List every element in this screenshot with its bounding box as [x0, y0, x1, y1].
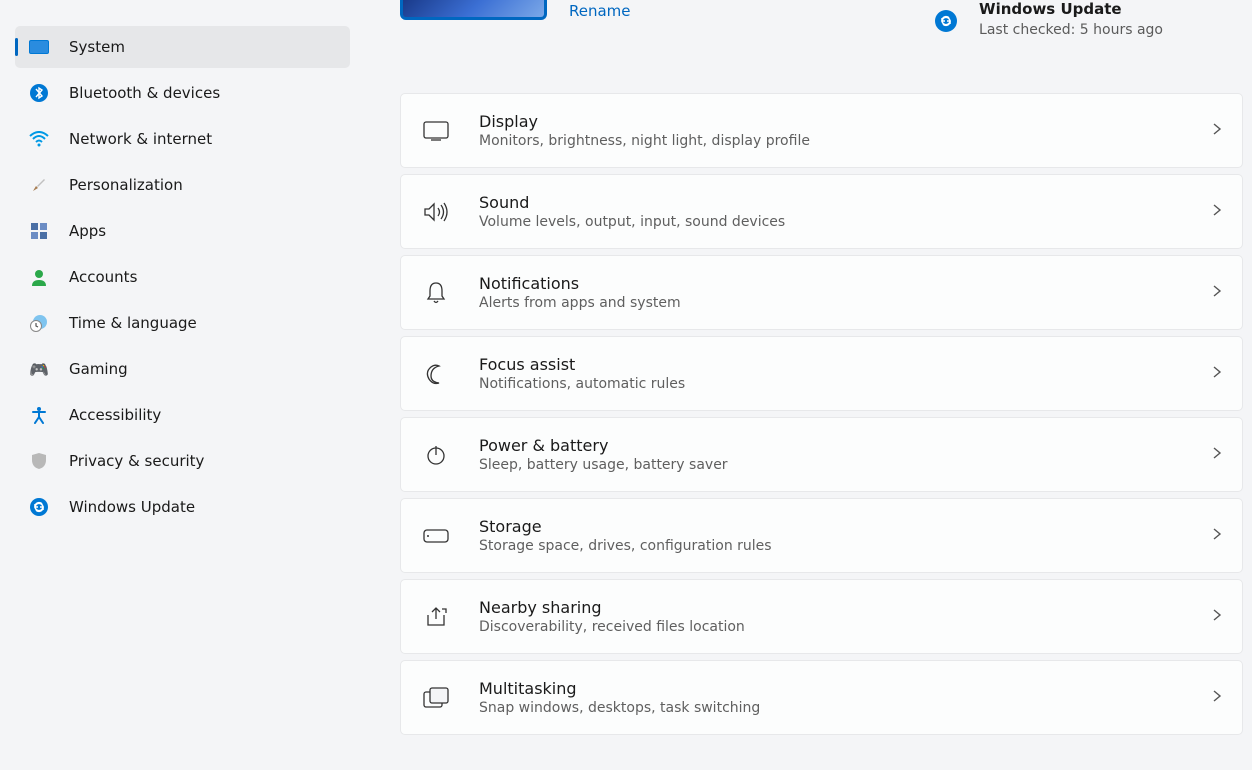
sidebar-item-bluetooth[interactable]: Bluetooth & devices — [15, 72, 350, 114]
device-preview-image — [400, 0, 547, 20]
time-language-icon — [29, 313, 49, 333]
bluetooth-icon — [29, 83, 49, 103]
sidebar-item-label: Time & language — [69, 314, 197, 332]
card-title: Focus assist — [479, 355, 1212, 374]
sidebar-item-time-language[interactable]: Time & language — [15, 302, 350, 344]
settings-card-notifications[interactable]: Notifications Alerts from apps and syste… — [400, 255, 1243, 330]
sidebar-item-personalization[interactable]: Personalization — [15, 164, 350, 206]
card-subtitle: Volume levels, output, input, sound devi… — [479, 214, 1212, 230]
chevron-right-icon — [1212, 526, 1222, 545]
card-title: Power & battery — [479, 436, 1212, 455]
sidebar-nav: System Bluetooth & devices Network & int… — [0, 0, 360, 770]
wifi-icon — [29, 129, 49, 149]
sidebar-item-privacy[interactable]: Privacy & security — [15, 440, 350, 482]
moon-icon — [423, 361, 449, 387]
chevron-right-icon — [1212, 607, 1222, 626]
system-icon — [29, 37, 49, 57]
windows-update-status[interactable]: Windows Update Last checked: 5 hours ago — [935, 0, 1243, 38]
sidebar-item-label: Windows Update — [69, 498, 195, 516]
rename-link[interactable]: Rename — [569, 2, 631, 20]
chevron-right-icon — [1212, 688, 1222, 707]
card-title: Display — [479, 112, 1212, 131]
settings-card-display[interactable]: Display Monitors, brightness, night ligh… — [400, 93, 1243, 168]
power-icon — [423, 442, 449, 468]
sidebar-item-label: Apps — [69, 222, 106, 240]
card-title: Nearby sharing — [479, 598, 1212, 617]
card-title: Storage — [479, 517, 1212, 536]
chevron-right-icon — [1212, 121, 1222, 140]
gaming-icon: 🎮 — [29, 359, 49, 379]
card-title: Multitasking — [479, 679, 1212, 698]
chevron-right-icon — [1212, 283, 1222, 302]
sidebar-item-accessibility[interactable]: Accessibility — [15, 394, 350, 436]
settings-card-power-battery[interactable]: Power & battery Sleep, battery usage, ba… — [400, 417, 1243, 492]
settings-card-multitasking[interactable]: Multitasking Snap windows, desktops, tas… — [400, 660, 1243, 735]
settings-card-focus-assist[interactable]: Focus assist Notifications, automatic ru… — [400, 336, 1243, 411]
shield-icon — [29, 451, 49, 471]
sidebar-item-label: Personalization — [69, 176, 183, 194]
card-subtitle: Sleep, battery usage, battery saver — [479, 457, 1212, 473]
sidebar-item-label: Network & internet — [69, 130, 212, 148]
display-icon — [423, 118, 449, 144]
storage-icon — [423, 523, 449, 549]
sidebar-item-label: Accounts — [69, 268, 137, 286]
chevron-right-icon — [1212, 202, 1222, 221]
chevron-right-icon — [1212, 364, 1222, 383]
update-status-icon — [935, 10, 957, 32]
sound-icon — [423, 199, 449, 225]
sidebar-item-label: Privacy & security — [69, 452, 204, 470]
sidebar-item-label: System — [69, 38, 125, 56]
share-icon — [423, 604, 449, 630]
sidebar-item-accounts[interactable]: Accounts — [15, 256, 350, 298]
card-subtitle: Storage space, drives, configuration rul… — [479, 538, 1212, 554]
bell-icon — [423, 280, 449, 306]
windows-update-subtitle: Last checked: 5 hours ago — [979, 22, 1163, 38]
multitasking-icon — [423, 685, 449, 711]
settings-card-nearby-sharing[interactable]: Nearby sharing Discoverability, received… — [400, 579, 1243, 654]
card-subtitle: Alerts from apps and system — [479, 295, 1212, 311]
settings-card-sound[interactable]: Sound Volume levels, output, input, soun… — [400, 174, 1243, 249]
chevron-right-icon — [1212, 445, 1222, 464]
sidebar-item-network[interactable]: Network & internet — [15, 118, 350, 160]
sidebar-item-gaming[interactable]: 🎮 Gaming — [15, 348, 350, 390]
update-icon — [29, 497, 49, 517]
apps-icon — [29, 221, 49, 241]
sidebar-item-windows-update[interactable]: Windows Update — [15, 486, 350, 528]
brush-icon — [29, 175, 49, 195]
sidebar-item-label: Gaming — [69, 360, 128, 378]
windows-update-title: Windows Update — [979, 0, 1163, 18]
card-subtitle: Snap windows, desktops, task switching — [479, 700, 1212, 716]
card-subtitle: Notifications, automatic rules — [479, 376, 1212, 392]
sidebar-item-system[interactable]: System — [15, 26, 350, 68]
card-title: Notifications — [479, 274, 1212, 293]
sidebar-item-apps[interactable]: Apps — [15, 210, 350, 252]
main-content: Rename Windows Update Last checked: 5 ho… — [360, 0, 1252, 770]
accounts-icon — [29, 267, 49, 287]
sidebar-item-label: Bluetooth & devices — [69, 84, 220, 102]
card-title: Sound — [479, 193, 1212, 212]
card-subtitle: Monitors, brightness, night light, displ… — [479, 133, 1212, 149]
device-info: Rename — [360, 0, 631, 38]
settings-card-storage[interactable]: Storage Storage space, drives, configura… — [400, 498, 1243, 573]
sidebar-item-label: Accessibility — [69, 406, 161, 424]
card-subtitle: Discoverability, received files location — [479, 619, 1212, 635]
accessibility-icon — [29, 405, 49, 425]
